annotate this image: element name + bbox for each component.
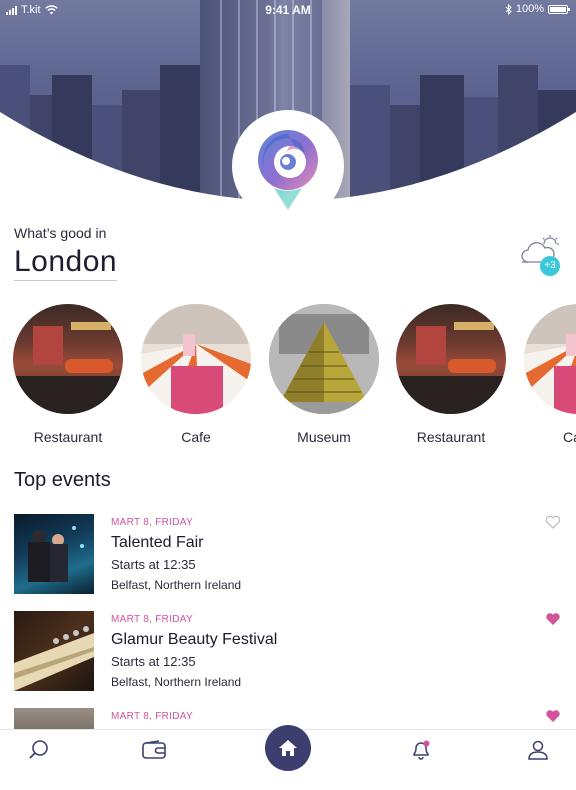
event-thumbnail xyxy=(14,611,94,691)
tab-home[interactable] xyxy=(265,725,311,771)
category-label: Museum xyxy=(297,429,351,445)
category-label: Cafe xyxy=(181,429,211,445)
search-icon xyxy=(29,739,48,759)
location-swirl-icon xyxy=(258,130,318,210)
category-museum[interactable]: Museum xyxy=(269,304,379,445)
category-carousel[interactable]: Restaurant Cafe Museum Restaurant C xyxy=(0,304,576,454)
category-restaurant[interactable]: Restaurant xyxy=(13,304,123,445)
cafe-image xyxy=(141,304,251,414)
restaurant-image xyxy=(13,304,123,414)
city-selector[interactable]: London xyxy=(14,245,118,281)
event-time: Starts at 12:35 xyxy=(111,654,196,669)
event-item[interactable]: MART 8, FRIDAY Glamur Beauty Festival St… xyxy=(0,611,576,693)
notification-bell-icon xyxy=(413,740,430,760)
restaurant-image xyxy=(396,304,506,414)
event-title: Talented Fair xyxy=(111,534,204,551)
tab-notifications[interactable] xyxy=(397,730,445,769)
profile-icon xyxy=(528,740,548,760)
museum-image xyxy=(269,304,379,414)
temperature-badge: +3 xyxy=(540,256,560,276)
category-label: Ca xyxy=(563,429,576,445)
heart-filled-icon[interactable] xyxy=(545,709,561,723)
event-date: MART 8, FRIDAY xyxy=(111,614,193,625)
battery-percentage: 100% xyxy=(515,3,544,15)
category-label: Restaurant xyxy=(33,429,103,445)
category-cafe[interactable]: Cafe xyxy=(141,304,251,445)
status-time: 9:41 AM xyxy=(265,3,311,17)
event-time: Starts at 12:35 xyxy=(111,557,196,572)
event-location: Belfast, Northern Ireland xyxy=(111,578,242,592)
tab-profile[interactable] xyxy=(514,730,562,769)
event-date: MART 8, FRIDAY xyxy=(111,517,193,528)
event-thumbnail xyxy=(14,514,94,594)
event-location: Belfast, Northern Ireland xyxy=(111,675,242,689)
section-title: Top events xyxy=(14,469,111,491)
status-bar: T.kit 9:41 AM 100% xyxy=(0,0,576,20)
category-cafe-2[interactable]: Ca xyxy=(524,304,576,445)
category-label: Restaurant xyxy=(416,429,486,445)
app-logo[interactable] xyxy=(232,110,344,222)
location-prompt: What’s good in xyxy=(14,225,107,241)
weather-widget[interactable]: +3 xyxy=(520,234,564,276)
event-item[interactable]: MART 8, FRIDAY Talented Fair Starts at 1… xyxy=(0,514,576,596)
heart-filled-icon[interactable] xyxy=(545,612,561,626)
event-thumbnail xyxy=(14,708,94,729)
wallet-icon xyxy=(142,739,166,759)
heart-outline-icon[interactable] xyxy=(545,515,561,529)
battery-icon xyxy=(548,4,570,14)
category-restaurant-2[interactable]: Restaurant xyxy=(396,304,506,445)
cafe-image xyxy=(524,304,576,414)
event-title: Glamur Beauty Festival xyxy=(111,631,278,648)
event-date: MART 8, FRIDAY xyxy=(111,711,193,722)
bluetooth-icon xyxy=(505,3,512,15)
tab-wallet[interactable] xyxy=(130,730,178,769)
home-icon xyxy=(279,740,297,756)
tab-search[interactable] xyxy=(15,730,63,769)
